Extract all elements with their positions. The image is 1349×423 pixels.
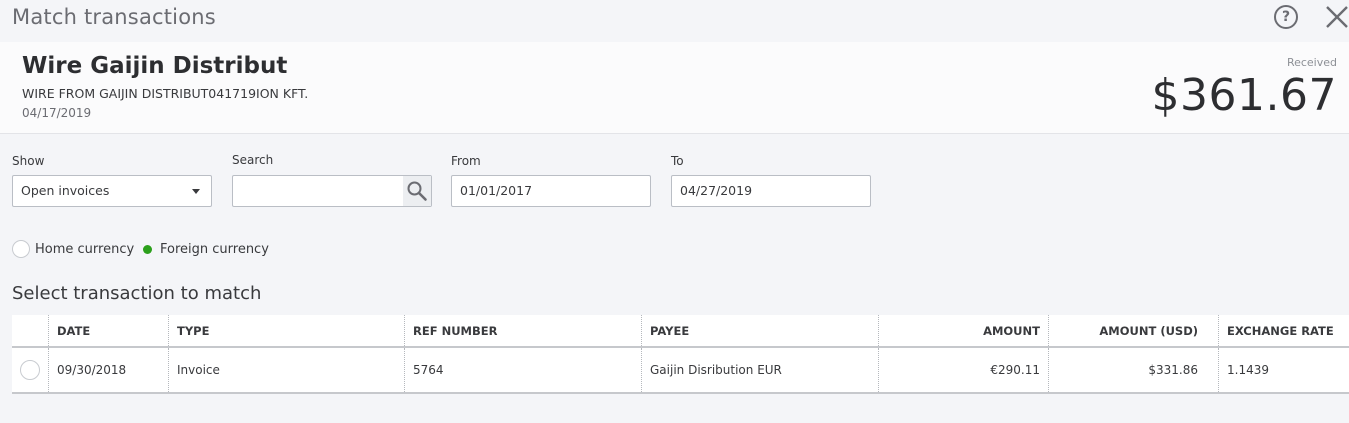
table-row[interactable]: 09/30/2018 Invoice 5764 Gaijin Disributi…	[12, 348, 1349, 392]
column-header-date[interactable]: DATE	[48, 315, 168, 346]
dialog-header: Match transactions ?	[0, 0, 1349, 42]
from-label: From	[451, 154, 481, 168]
cell-type: Invoice	[168, 348, 404, 392]
search-icon	[407, 181, 427, 201]
search-input[interactable]	[233, 176, 403, 206]
help-icon[interactable]: ?	[1274, 5, 1298, 29]
column-header-exchange-rate[interactable]: EXCHANGE RATE	[1218, 315, 1349, 346]
search-field	[232, 175, 432, 207]
search-label: Search	[232, 153, 274, 167]
row-select-cell	[12, 348, 48, 392]
column-header-amount-usd[interactable]: AMOUNT (USD)	[1048, 315, 1218, 346]
cell-ref-number: 5764	[404, 348, 641, 392]
bank-transaction-banner: Wire Gaijin Distribut WIRE FROM GAIJIN D…	[0, 42, 1349, 134]
search-button[interactable]	[403, 176, 431, 206]
column-header-ref-number[interactable]: REF NUMBER	[404, 315, 641, 346]
bank-transaction-date: 04/17/2019	[22, 106, 92, 120]
cell-payee: Gaijin Disribution EUR	[641, 348, 878, 392]
select-column-header	[12, 315, 48, 346]
show-label: Show	[12, 154, 45, 168]
bank-transaction-description: Wire Gaijin Distribut	[22, 53, 288, 79]
table-header: DATE TYPE REF NUMBER PAYEE AMOUNT AMOUNT…	[12, 315, 1349, 348]
bank-transaction-memo: WIRE FROM GAIJIN DISTRIBUT041719ION KFT.	[22, 86, 309, 101]
transactions-table: DATE TYPE REF NUMBER PAYEE AMOUNT AMOUNT…	[12, 315, 1349, 394]
cell-amount-usd: $331.86	[1048, 348, 1218, 392]
from-date-field[interactable]: 01/01/2017	[451, 175, 651, 207]
bank-transaction-amount: $361.67	[1151, 70, 1337, 121]
home-currency-label: Home currency	[35, 242, 135, 257]
cell-amount: €290.11	[878, 348, 1048, 392]
to-label: To	[671, 154, 684, 168]
column-header-type[interactable]: TYPE	[168, 315, 404, 346]
section-title: Select transaction to match	[12, 283, 262, 304]
foreign-currency-radio[interactable]	[138, 240, 156, 258]
radio-selected-dot	[143, 245, 152, 254]
close-icon[interactable]	[1323, 3, 1349, 31]
foreign-currency-label: Foreign currency	[160, 242, 269, 257]
show-dropdown-value: Open invoices	[21, 183, 110, 198]
row-select-radio[interactable]	[20, 360, 40, 380]
column-header-payee[interactable]: PAYEE	[641, 315, 878, 346]
cell-exchange-rate: 1.1439	[1218, 348, 1349, 392]
cell-date: 09/30/2018	[48, 348, 168, 392]
show-dropdown[interactable]: Open invoices	[12, 175, 212, 207]
to-date-field[interactable]: 04/27/2019	[671, 175, 871, 207]
caret-down-icon	[192, 189, 200, 194]
column-header-amount[interactable]: AMOUNT	[878, 315, 1048, 346]
dialog-title: Match transactions	[12, 5, 216, 29]
home-currency-radio[interactable]	[12, 240, 30, 258]
direction-label: Received	[1286, 56, 1337, 69]
